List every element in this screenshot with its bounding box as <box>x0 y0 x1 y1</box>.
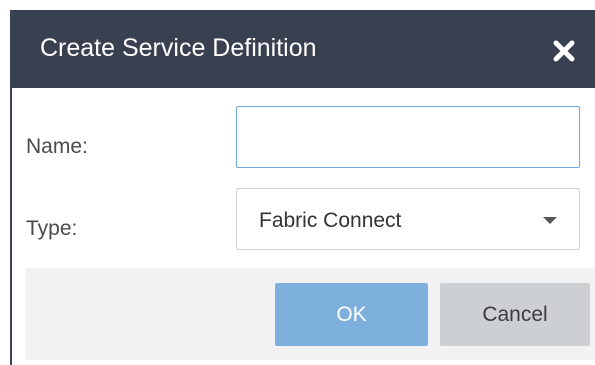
type-selected-value: Fabric Connect <box>259 209 402 232</box>
name-input[interactable] <box>236 106 580 168</box>
create-service-definition-dialog: Create Service Definition Name: Type: Fa… <box>10 10 595 365</box>
ok-button[interactable]: OK <box>275 283 428 346</box>
type-select[interactable]: Fabric Connect <box>236 188 580 250</box>
cancel-button[interactable]: Cancel <box>440 283 590 346</box>
close-icon[interactable] <box>553 40 575 62</box>
name-label: Name: <box>26 135 88 158</box>
chevron-down-icon <box>543 217 557 224</box>
dialog-footer: OK Cancel <box>25 268 595 360</box>
dialog-titlebar: Create Service Definition <box>12 10 595 88</box>
type-label: Type: <box>26 217 78 240</box>
dialog-title: Create Service Definition <box>40 34 317 62</box>
